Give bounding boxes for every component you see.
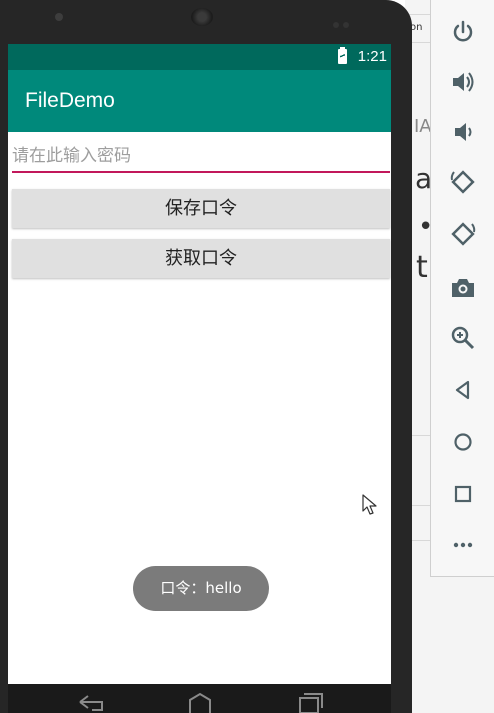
front-camera	[55, 13, 63, 21]
home-icon[interactable]	[449, 428, 477, 456]
recents-icon[interactable]	[290, 692, 326, 713]
device-screen: 1:21 FileDemo 保存口令 获取口令 口令：hello	[8, 44, 391, 684]
volume-up-icon[interactable]	[449, 68, 477, 96]
toast-message: 口令：hello	[133, 566, 269, 611]
emulator-toolbar	[430, 0, 494, 577]
status-bar: 1:21	[8, 44, 391, 70]
app-bar: FileDemo	[8, 70, 391, 132]
password-input[interactable]	[12, 142, 390, 170]
zoom-icon[interactable]	[449, 324, 477, 352]
save-password-button[interactable]: 保存口令	[12, 189, 390, 228]
ide-text-fragment: t	[416, 250, 428, 285]
volume-down-icon[interactable]	[449, 118, 477, 146]
rotate-right-icon[interactable]	[449, 220, 477, 248]
navigation-bar	[8, 684, 391, 713]
power-icon[interactable]	[449, 18, 477, 46]
camera-icon[interactable]	[449, 274, 477, 302]
battery-charging-icon	[338, 47, 347, 64]
rotate-left-icon[interactable]	[449, 168, 477, 196]
back-icon[interactable]	[74, 692, 110, 713]
earpiece-speaker	[191, 8, 213, 26]
more-icon[interactable]	[449, 531, 477, 559]
emulator-window: on IA a • t 1:21 FileDemo 保存口令 获取口令 口令：h…	[0, 0, 494, 713]
back-icon[interactable]	[449, 376, 477, 404]
phone-frame: 1:21 FileDemo 保存口令 获取口令 口令：hello	[0, 0, 412, 713]
load-password-button[interactable]: 获取口令	[12, 239, 390, 278]
overview-icon[interactable]	[449, 480, 477, 508]
status-time: 1:21	[357, 48, 387, 65]
app-title: FileDemo	[25, 89, 115, 112]
mouse-cursor-icon	[362, 494, 377, 515]
ide-text-fragment: IA	[414, 116, 432, 137]
home-icon[interactable]	[182, 692, 218, 713]
password-input-underline	[12, 171, 390, 173]
proximity-sensor	[333, 13, 355, 28]
